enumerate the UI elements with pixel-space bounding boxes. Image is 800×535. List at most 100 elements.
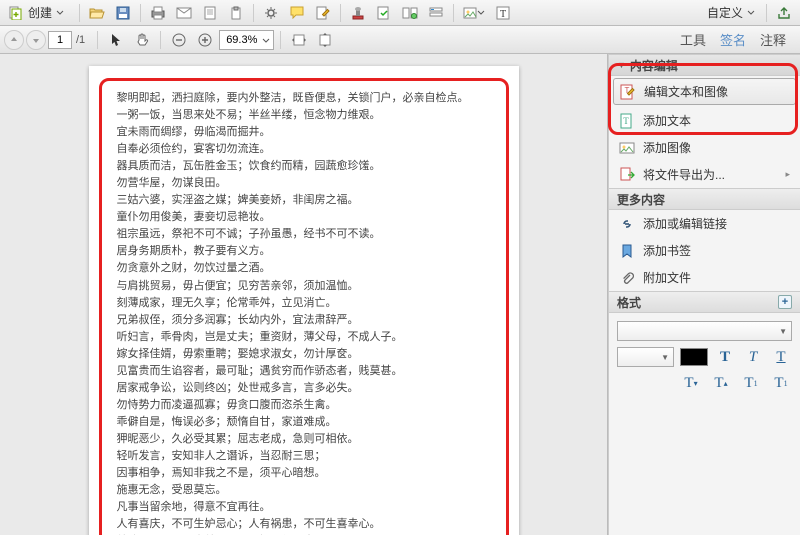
pencil-document-icon [316, 6, 330, 20]
pointer-icon [110, 33, 122, 47]
font-family-dropdown[interactable]: ▼ [617, 321, 792, 341]
zoom-out-button[interactable] [167, 29, 191, 51]
svg-text:T: T [623, 116, 629, 126]
text-tool-button[interactable]: T [491, 2, 515, 24]
chevron-down-icon: ▼ [661, 353, 669, 362]
chevron-down-icon [262, 37, 270, 45]
hand-tool[interactable] [130, 29, 154, 51]
scan-button[interactable] [198, 2, 222, 24]
next-page-button[interactable] [26, 30, 46, 50]
document-line: 人有喜庆，不可生妒忌心；人有祸患，不可生喜幸心。 [117, 516, 491, 533]
paperclip-icon [619, 270, 635, 286]
section-title: 更多内容 [617, 191, 665, 208]
underline-button[interactable]: T [770, 347, 792, 367]
minus-circle-icon [171, 32, 187, 48]
document-line: 祖宗虽远，祭祀不可不诚；子孙虽愚，经书不可不读。 [117, 226, 491, 243]
chevron-down-icon: ▼ [779, 327, 787, 336]
expand-plus-icon[interactable]: + [778, 295, 792, 309]
multimedia-button[interactable] [459, 2, 489, 24]
add-bookmark-item[interactable]: 添加书签 [609, 237, 800, 264]
page-number-input[interactable] [48, 31, 72, 49]
open-button[interactable] [85, 2, 109, 24]
document-line: 器具质而洁，瓦缶胜金玉；饮食约而精，园蔬愈珍馐。 [117, 158, 491, 175]
document-line: 刻薄成家，理无久享；伦常乖舛，立见消亡。 [117, 295, 491, 312]
color-swatch[interactable] [680, 348, 708, 366]
section-header-content-edit[interactable]: ▼内容编辑 [609, 54, 800, 76]
printer-icon [150, 6, 166, 20]
document-line: 轻听发言，安知非人之谮诉，当忍耐三思； [117, 448, 491, 465]
submenu-arrow-icon: ▸ [785, 169, 790, 180]
document-line: 凡事当留余地，得意不宜再往。 [117, 499, 491, 516]
floppy-icon [116, 6, 130, 20]
form-button[interactable] [424, 2, 448, 24]
zoom-in-button[interactable] [193, 29, 217, 51]
arrow-down-icon [31, 35, 41, 45]
document-line: 自奉必须俭约，宴客切勿流连。 [117, 141, 491, 158]
comment-button[interactable] [285, 2, 309, 24]
share-button[interactable] [772, 2, 796, 24]
zoom-value: 69.3% [226, 34, 257, 46]
add-link-item[interactable]: 添加或编辑链接 [609, 210, 800, 237]
italic-button[interactable]: T [742, 347, 764, 367]
comment-tab[interactable]: 注释 [760, 30, 786, 49]
email-button[interactable] [172, 2, 196, 24]
document-line: 居身务期质朴，教子要有义方。 [117, 243, 491, 260]
document-line: 宜未雨而绸缪，毋临渴而掘井。 [117, 124, 491, 141]
zoom-level-dropdown[interactable]: 69.3% [219, 30, 274, 50]
document-text: 黎明即起，洒扫庭除，要内外整洁，既昏便息，关锁门户，必亲自检点。一粥一饭，当思来… [117, 90, 491, 535]
stamp-button[interactable] [346, 2, 370, 24]
add-image-item[interactable]: 添加图像 [609, 134, 800, 161]
edit-text-image-icon: T [620, 84, 636, 100]
attach-file-item[interactable]: 附加文件 [609, 264, 800, 291]
folder-open-icon [89, 6, 105, 20]
document-line: 因事相争，焉知非我之不是，须平心暗想。 [117, 465, 491, 482]
subscript-button[interactable]: T1 [770, 373, 792, 393]
edit-button[interactable] [311, 2, 335, 24]
item-label: 添加书签 [643, 242, 691, 259]
print-button[interactable] [146, 2, 170, 24]
item-label: 编辑文本和图像 [644, 83, 728, 100]
document-line: 居家戒争讼，讼则终凶；处世戒多言，言多必失。 [117, 380, 491, 397]
superscript-button[interactable]: T1 [740, 373, 762, 393]
export-file-item[interactable]: 将文件导出为... ▸ [609, 161, 800, 188]
add-image-icon [619, 140, 635, 156]
chevron-down-icon [477, 9, 485, 17]
font-size-dropdown[interactable]: ▼ [617, 347, 674, 367]
document-line: 勿营华屋，勿谋良田。 [117, 175, 491, 192]
create-button[interactable]: 创建 [4, 2, 74, 24]
page-total-label: /1 [76, 34, 85, 46]
fit-page-icon [317, 33, 333, 47]
clipboard-button[interactable] [224, 2, 248, 24]
section-header-format[interactable]: 格式 + [609, 291, 800, 313]
prev-page-button[interactable] [4, 30, 24, 50]
speech-bubble-icon [290, 6, 304, 19]
compare-button[interactable] [398, 2, 422, 24]
customize-button[interactable]: 自定义 [701, 2, 761, 24]
document-viewport[interactable]: 黎明即起，洒扫庭除，要内外整洁，既昏便息，关锁门户，必亲自检点。一粥一饭，当思来… [0, 54, 608, 535]
fit-width-button[interactable] [287, 29, 311, 51]
compare-icon [402, 6, 418, 20]
document-line: 黎明即起，洒扫庭除，要内外整洁，既昏便息，关锁门户，必亲自检点。 [117, 90, 491, 107]
document-line: 勿贪意外之财，勿饮过量之酒。 [117, 260, 491, 277]
check-button[interactable] [372, 2, 396, 24]
format-body: ▼ ▼ T T T T▾ T▴ T1 T1 [609, 313, 800, 401]
document-line: 乖僻自是，悔误必多；颓惰自甘，家道难成。 [117, 414, 491, 431]
sign-tab[interactable]: 签名 [720, 30, 746, 49]
pointer-tool[interactable] [104, 29, 128, 51]
section-title: 内容编辑 [630, 57, 678, 74]
bold-button[interactable]: T [714, 347, 736, 367]
font-grow-button[interactable]: T▴ [710, 373, 732, 393]
section-header-more-content[interactable]: 更多内容 [609, 188, 800, 210]
edit-text-image-item[interactable]: T 编辑文本和图像 [613, 78, 796, 105]
document-line: 童仆勿用俊美，妻妾切忌艳妆。 [117, 209, 491, 226]
add-text-item[interactable]: T 添加文本 [609, 107, 800, 134]
fit-page-button[interactable] [313, 29, 337, 51]
tools-tab[interactable]: 工具 [680, 30, 706, 49]
create-label: 创建 [28, 4, 52, 21]
content-area: 黎明即起，洒扫庭除，要内外整洁，既昏便息，关锁门户，必亲自检点。一粥一饭，当思来… [0, 54, 800, 535]
font-shrink-button[interactable]: T▾ [680, 373, 702, 393]
check-document-icon [377, 6, 391, 20]
save-button[interactable] [111, 2, 135, 24]
settings-button[interactable] [259, 2, 283, 24]
text-icon: T [496, 6, 510, 20]
